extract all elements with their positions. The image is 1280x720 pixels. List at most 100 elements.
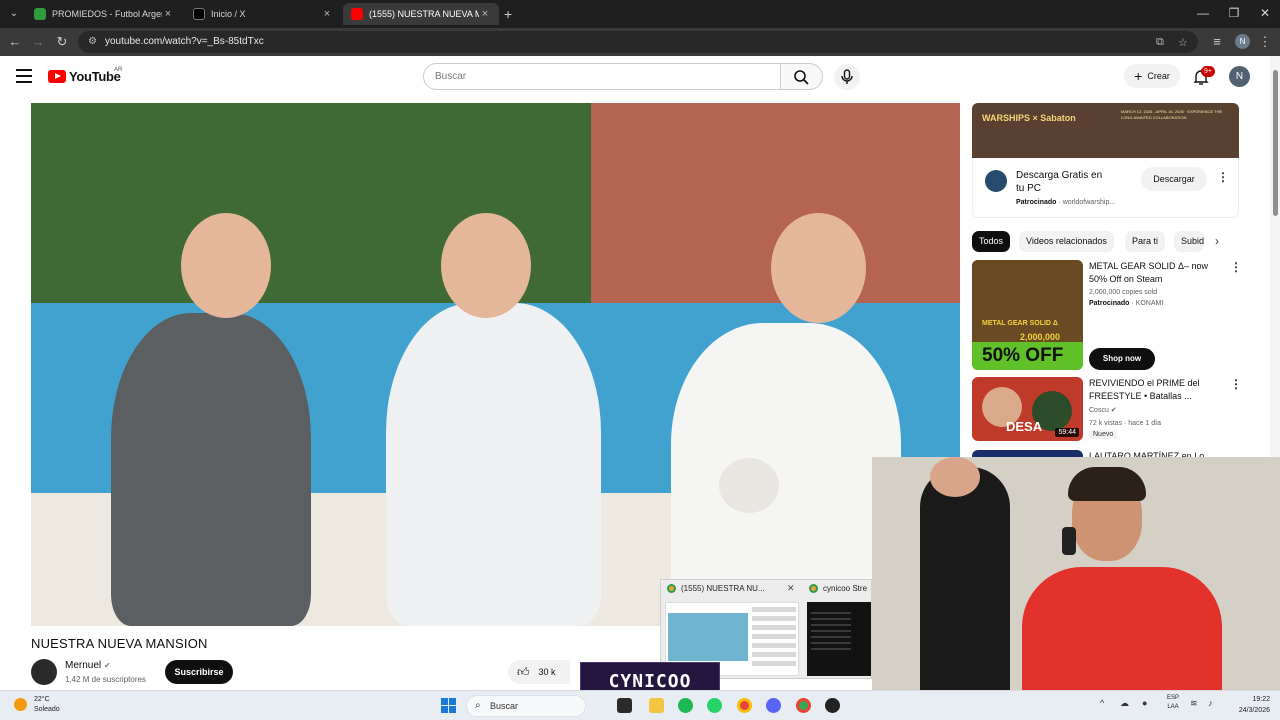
terminal-icon[interactable] — [617, 698, 632, 713]
account-avatar[interactable]: N — [1229, 66, 1250, 87]
preview-tab-youtube[interactable]: (1555) NUESTRA NU... — [667, 584, 765, 593]
close-preview-icon[interactable]: ✕ — [787, 583, 795, 594]
logo-text: YouTube — [69, 69, 121, 84]
scrollbar-thumb[interactable] — [1273, 70, 1278, 216]
hamburger-menu-icon[interactable] — [16, 69, 32, 83]
channel-name-text[interactable]: Mernuel — [65, 660, 101, 671]
browser-menu-icon[interactable]: ⋮ — [1257, 34, 1273, 50]
close-tab-icon[interactable]: × — [162, 8, 174, 20]
taskbar-clock[interactable]: 19:22 24/3/2026 — [1226, 694, 1270, 716]
search-button[interactable] — [781, 63, 823, 90]
recommendation-stats: 72 k vistas · hace 1 día — [1089, 420, 1161, 427]
tray-app-icon[interactable]: ☁ — [1120, 698, 1129, 709]
discord-icon[interactable] — [766, 698, 781, 713]
file-explorer-icon[interactable] — [649, 698, 664, 713]
url-bar[interactable]: ⚙ youtube.com/watch?v=_Bs-85tdTxc ⧉ ☆ — [78, 31, 1198, 53]
recommendation-ad[interactable]: METAL GEAR SOLID Δ 2,000,000 50% OFF MET… — [972, 260, 1242, 370]
tab-x[interactable]: Inicio / X × — [185, 3, 341, 25]
video-player[interactable] — [31, 103, 960, 626]
sponsored-label: Patrocinado — [1089, 300, 1130, 307]
restore-icon[interactable]: ❐ — [1219, 4, 1249, 22]
subscribe-button[interactable]: Suscribirse — [165, 660, 233, 684]
windows-start-icon[interactable] — [441, 698, 456, 713]
sun-icon[interactable] — [14, 698, 27, 711]
preview-video — [668, 613, 748, 661]
channel-avatar[interactable] — [31, 659, 57, 685]
tab-title: (1555) NUESTRA NUEVA MANS — [369, 9, 479, 19]
shop-now-button[interactable]: Shop now — [1089, 348, 1155, 370]
create-label: Crear — [1147, 71, 1170, 81]
media-controls-icon[interactable]: ≡ — [1209, 34, 1225, 50]
close-tab-icon[interactable]: × — [479, 8, 491, 20]
spotify-icon[interactable] — [678, 698, 693, 713]
ad-title[interactable]: Descarga Gratis en tu PC — [1016, 169, 1106, 195]
video-head-right — [771, 213, 866, 323]
tab-promiedos[interactable]: PROMIEDOS - Futbol Argentino × — [26, 3, 182, 25]
channel-name-text[interactable]: Coscu — [1089, 407, 1109, 414]
url-text[interactable]: youtube.com/watch?v=_Bs-85tdTxc — [105, 36, 264, 47]
volume-icon[interactable]: ♪ — [1208, 698, 1213, 708]
forward-icon[interactable]: → — [30, 34, 46, 50]
tab-title: Inicio / X — [211, 9, 246, 19]
chip-related[interactable]: Videos relacionados — [1019, 231, 1114, 252]
more-options-icon[interactable]: ⋮ — [1230, 260, 1242, 274]
youtube-logo[interactable]: YouTube AR — [48, 67, 122, 84]
chevron-right-icon[interactable]: › — [1215, 234, 1219, 248]
ad-download-button[interactable]: Descargar — [1141, 167, 1207, 191]
tray-app-icon[interactable]: ● — [1142, 698, 1147, 708]
ad-banner-image[interactable]: WARSHIPS × Sabaton MARCH 12, 2026 - APRI… — [972, 103, 1239, 158]
webcam-head-back — [930, 457, 980, 497]
webcam-overlay — [872, 457, 1280, 690]
wifi-icon[interactable]: ≋ — [1190, 698, 1198, 709]
subscriber-count: 1,42 M de suscriptores — [65, 675, 146, 684]
create-button[interactable]: + Crear — [1124, 64, 1180, 88]
new-tab-icon[interactable]: + — [504, 6, 512, 22]
thumb-art — [972, 260, 1083, 342]
minimize-icon[interactable]: — — [1188, 4, 1218, 22]
recommendation-title[interactable]: METAL GEAR SOLID Δ– now 50% Off on Steam — [1089, 260, 1217, 286]
site-info-icon[interactable]: ⚙ — [88, 36, 100, 48]
close-window-icon[interactable]: ✕ — [1250, 4, 1280, 22]
youtube-play-icon — [48, 70, 66, 83]
clock-date: 24/3/2026 — [1238, 707, 1270, 714]
ad-banner-dates: MARCH 12, 2026 - APRIL 16, 2026 · EXPERI… — [1121, 109, 1223, 120]
browser-profile-avatar[interactable]: N — [1235, 34, 1250, 49]
tray-chevron-icon[interactable]: ^ — [1100, 698, 1104, 708]
reload-icon[interactable]: ↻ — [54, 34, 70, 50]
whatsapp-icon[interactable] — [707, 698, 722, 713]
close-tab-icon[interactable]: × — [321, 8, 333, 20]
like-button[interactable]: 👍︎ 30 k — [508, 660, 570, 684]
back-icon[interactable]: ← — [7, 34, 23, 50]
ad-more-icon[interactable]: ⋮ — [1217, 170, 1229, 184]
more-options-icon[interactable]: ⋮ — [1230, 377, 1242, 391]
chrome-profile-icon[interactable] — [796, 698, 811, 713]
obs-icon[interactable] — [825, 698, 840, 713]
chip-for-you[interactable]: Para ti — [1125, 231, 1166, 252]
chip-uploaded[interactable]: Subid — [1174, 231, 1204, 252]
recommendation-video[interactable]: DESA 59:44 REVIVIENDO el PRIME del FREES… — [972, 377, 1242, 441]
bookmark-star-icon[interactable]: ☆ — [1178, 36, 1188, 49]
preview-tab-title: cynicoo Stre — [823, 584, 868, 593]
chrome-icon[interactable] — [737, 698, 752, 713]
recommendation-channel[interactable]: Coscu ✔ — [1089, 406, 1117, 414]
preview-tab-stream[interactable]: cynicoo Stre — [809, 584, 867, 593]
recommendation-thumbnail[interactable]: METAL GEAR SOLID Δ 2,000,000 50% OFF — [972, 260, 1083, 370]
chrome-icon — [667, 584, 676, 593]
chip-todos[interactable]: Todos — [972, 231, 1011, 252]
search-input[interactable]: Buscar — [423, 63, 781, 90]
install-app-icon[interactable]: ⧉ — [1156, 36, 1164, 49]
voice-search-button[interactable] — [834, 64, 860, 90]
recommendation-thumbnail[interactable]: DESA 59:44 — [972, 377, 1083, 441]
weather-widget[interactable]: 22°C Soleado — [34, 695, 60, 715]
taskbar-search[interactable]: ⌕ Buscar — [466, 695, 586, 717]
preview-sidebar — [752, 607, 796, 667]
tab-search-icon[interactable]: ⌄ — [6, 6, 22, 22]
language-indicator[interactable]: ESP LAA — [1167, 694, 1179, 712]
browser-tab-bar: ⌄ PROMIEDOS - Futbol Argentino × Inicio … — [0, 0, 1280, 28]
ad-card[interactable]: Descarga Gratis en tu PC Patrocinado · w… — [972, 158, 1239, 218]
preview-thumbnail-stream[interactable] — [807, 602, 871, 676]
recommendation-title[interactable]: REVIVIENDO el PRIME del FREESTYLE • Bata… — [1089, 377, 1217, 403]
tab-title: PROMIEDOS - Futbol Argentino — [52, 9, 162, 19]
channel-name[interactable]: Mernuel ✔ — [65, 660, 111, 671]
tab-youtube[interactable]: (1555) NUESTRA NUEVA MANS × — [343, 3, 499, 25]
